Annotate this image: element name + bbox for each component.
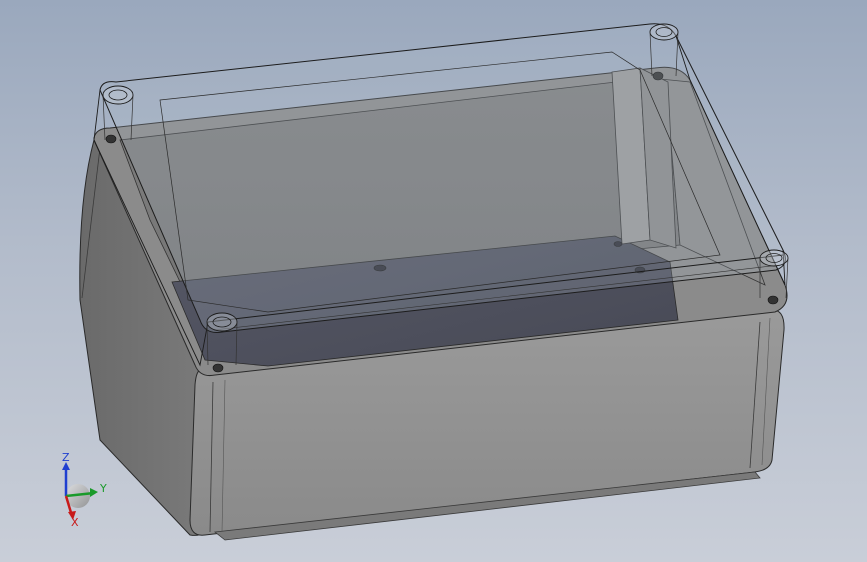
axis-triad[interactable]: Z Y X [62, 451, 107, 529]
screw-hole-back-left [105, 134, 117, 144]
triad-y-arrow [90, 488, 98, 497]
triad-x-label: X [71, 516, 79, 529]
screw-hole-front-left [212, 363, 224, 373]
cad-viewport[interactable]: Z Y X [0, 0, 867, 562]
enclosure-model[interactable]: Z Y X [0, 0, 867, 562]
triad-z-label: Z [62, 451, 70, 464]
triad-y-label: Y [99, 482, 107, 495]
screw-hole-front-right [767, 295, 779, 305]
